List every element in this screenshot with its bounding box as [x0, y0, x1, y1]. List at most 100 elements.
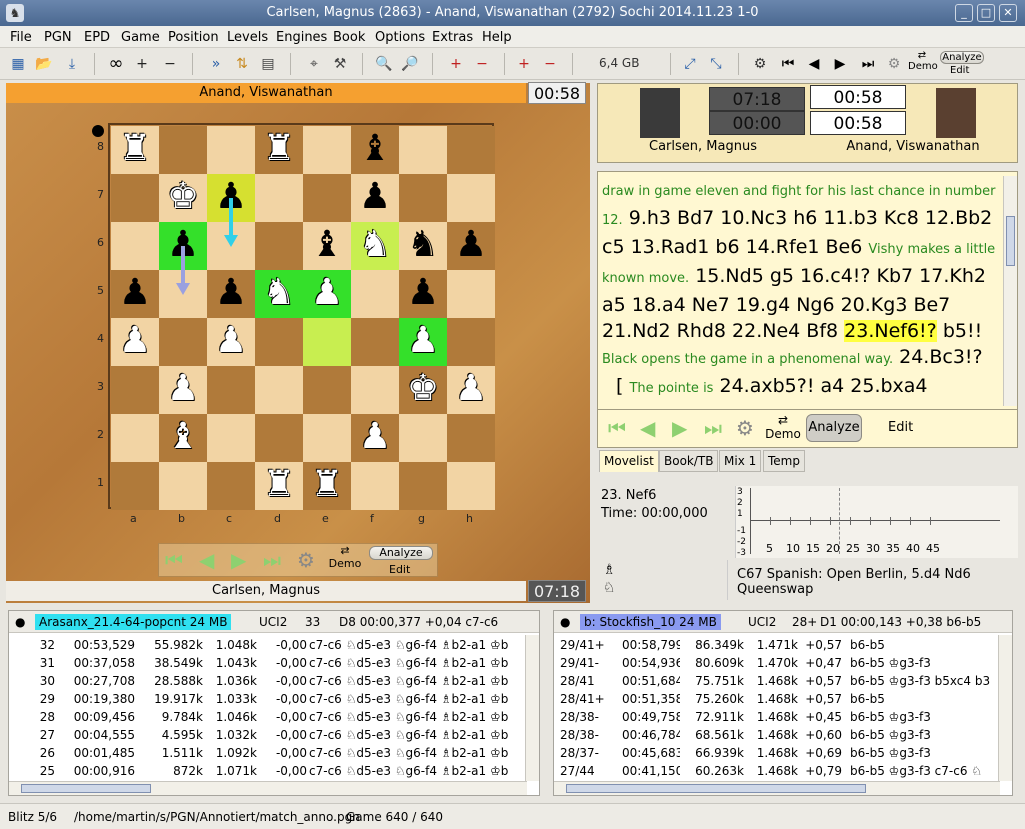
close-button[interactable]: ✕ [999, 4, 1017, 22]
fullscreen-icon[interactable]: ⤢ [680, 54, 700, 74]
open-folder-icon[interactable]: 📂 [34, 54, 54, 74]
moves[interactable]: 24.Bc3!? [899, 346, 983, 368]
square-a8[interactable]: ♜ [111, 126, 159, 174]
square-h2[interactable] [447, 414, 495, 462]
square-a1[interactable] [111, 462, 159, 510]
menu-game[interactable]: Game [121, 30, 160, 45]
square-c8[interactable] [207, 126, 255, 174]
square-a6[interactable] [111, 222, 159, 270]
first-move-icon[interactable]: ⏮ [778, 54, 798, 74]
menu-epd[interactable]: EPD [84, 30, 110, 45]
engine-line[interactable]: 28/38- 00:46,784 68.561k 1.468k +0,60 b6-b5 ♔… [554, 727, 1012, 745]
piece-d8[interactable]: ♜ [263, 128, 295, 169]
level-minus-icon[interactable]: − [160, 54, 180, 74]
square-a4[interactable]: ♟ [111, 318, 159, 366]
piece-a8[interactable]: ♜ [119, 128, 151, 169]
notation-text[interactable]: draw in game eleven and fight for his la… [602, 176, 1002, 402]
square-g5[interactable]: ♟ [399, 270, 447, 318]
board-analyze-button[interactable]: Analyze [369, 546, 433, 560]
piece-g6[interactable]: ♞ [407, 224, 439, 265]
nav-demo-button[interactable]: ⇄ Demo [764, 413, 802, 441]
piece-b7[interactable]: ♚ [167, 176, 199, 217]
pgn-add-icon[interactable]: + [446, 54, 466, 74]
piece-c4[interactable]: ♟ [215, 320, 247, 361]
notation-panel[interactable]: draw in game eleven and fight for his la… [597, 171, 1018, 410]
prev-move-icon[interactable]: ◀ [804, 54, 824, 74]
engine-line[interactable]: 25 00:00,916 872k 1.071k -0,00 c7-c6 ♘d5-e3 ♘… [9, 763, 539, 781]
board-next-icon[interactable]: ▶ [231, 548, 246, 572]
nav-edit-button[interactable]: Edit [888, 420, 913, 435]
square-d7[interactable] [255, 174, 303, 222]
piece-a5[interactable]: ♟ [119, 272, 151, 313]
piece-g3[interactable]: ♚ [407, 368, 439, 409]
piece-e5[interactable]: ♟ [311, 272, 343, 313]
board-edit-label[interactable]: Edit [389, 563, 410, 576]
chess-board[interactable]: ♜ ♜ ♝ ♚ ♟ ♟ ♟ ♝ ♞ ♞ ♟ ♟ ♟ ♞ ♟ ♟ ♟ ♟ ♟ ♟ ♚ ♟ ♝ ♟ ♜ ♜ [108, 123, 495, 510]
piece-f8[interactable]: ♝ [359, 128, 391, 169]
square-c1[interactable] [207, 462, 255, 510]
menu-levels[interactable]: Levels [227, 30, 268, 45]
square-a3[interactable] [111, 366, 159, 414]
piece-e6[interactable]: ♝ [311, 224, 343, 265]
pgn-remove-icon[interactable]: − [472, 54, 492, 74]
square-b1[interactable] [159, 462, 207, 510]
piece-h3[interactable]: ♟ [455, 368, 487, 409]
edit-label-toolbar[interactable]: Edit [950, 65, 969, 76]
piece-b6[interactable]: ♟ [167, 224, 199, 265]
flip-icon[interactable]: ⇅ [232, 54, 252, 74]
square-b7[interactable]: ♚ [159, 174, 207, 222]
engine-line[interactable]: 29/41+ 00:58,799 86.349k 1.471k +0,57 b6-b5 [554, 637, 1012, 655]
tab-mix1[interactable]: Mix 1 [719, 450, 762, 472]
square-d4[interactable] [255, 318, 303, 366]
square-h5[interactable] [447, 270, 495, 318]
maximize-button[interactable]: □ [977, 4, 995, 22]
square-d5[interactable]: ♞ [255, 270, 303, 318]
square-e4[interactable] [303, 318, 351, 366]
square-d1[interactable]: ♜ [255, 462, 303, 510]
moves[interactable]: 24.axb5?! a4 25.bxa4 [720, 375, 928, 397]
square-h6[interactable]: ♟ [447, 222, 495, 270]
engine-line[interactable]: 32 00:53,529 55.982k 1.048k -0,00 c7-c6 ♘d5-e… [9, 637, 539, 655]
engine2-vscroll[interactable] [998, 635, 1012, 781]
gear-icon[interactable]: ⚙ [884, 54, 904, 74]
analyze-button-toolbar[interactable]: Analyze [940, 51, 984, 64]
engine-line[interactable]: 27 00:04,555 4.595k 1.032k -0,00 c7-c6 ♘d5-e3… [9, 727, 539, 745]
engine-icon[interactable]: ⚙ [750, 54, 770, 74]
piece-f7[interactable]: ♟ [359, 176, 391, 217]
piece-f6[interactable]: ♞ [359, 224, 391, 265]
square-e1[interactable]: ♜ [303, 462, 351, 510]
nav-last-icon[interactable]: ⏭ [704, 416, 722, 440]
epd-remove-icon[interactable]: − [540, 54, 560, 74]
square-d2[interactable] [255, 414, 303, 462]
piece-f2[interactable]: ♟ [359, 416, 391, 457]
square-g3[interactable]: ♚ [399, 366, 447, 414]
square-h4[interactable] [447, 318, 495, 366]
square-b6[interactable]: ♟ [159, 222, 207, 270]
piece-c7[interactable]: ♟ [215, 176, 247, 217]
square-c6[interactable] [207, 222, 255, 270]
board-gear-icon[interactable]: ⚙ [297, 548, 315, 572]
engine-line[interactable]: 29/41- 00:54,936 80.609k 1.470k +0,47 b6-b5 ♔… [554, 655, 1012, 673]
minimize-button[interactable]: _ [955, 4, 973, 22]
square-d6[interactable] [255, 222, 303, 270]
nav-next-icon[interactable]: ▶ [672, 416, 687, 440]
piece-c5[interactable]: ♟ [215, 272, 247, 313]
square-g4[interactable]: ♟ [399, 318, 447, 366]
engine1-vscroll[interactable] [525, 635, 539, 781]
square-c7[interactable]: ♟ [207, 174, 255, 222]
piece-d1[interactable]: ♜ [263, 464, 295, 505]
square-g1[interactable] [399, 462, 447, 510]
piece-h6[interactable]: ♟ [455, 224, 487, 265]
square-a7[interactable] [111, 174, 159, 222]
square-b8[interactable] [159, 126, 207, 174]
menu-extras[interactable]: Extras [432, 30, 473, 45]
square-e3[interactable] [303, 366, 351, 414]
zoom-out-icon[interactable]: 🔎 [400, 54, 420, 74]
menu-file[interactable]: File [10, 30, 32, 45]
tab-temp[interactable]: Temp [763, 450, 805, 472]
board-prev-icon[interactable]: ◀ [199, 548, 214, 572]
forward-icon[interactable]: » [206, 54, 226, 74]
tab-movelist[interactable]: Movelist [599, 450, 659, 472]
square-f3[interactable] [351, 366, 399, 414]
square-b5[interactable] [159, 270, 207, 318]
